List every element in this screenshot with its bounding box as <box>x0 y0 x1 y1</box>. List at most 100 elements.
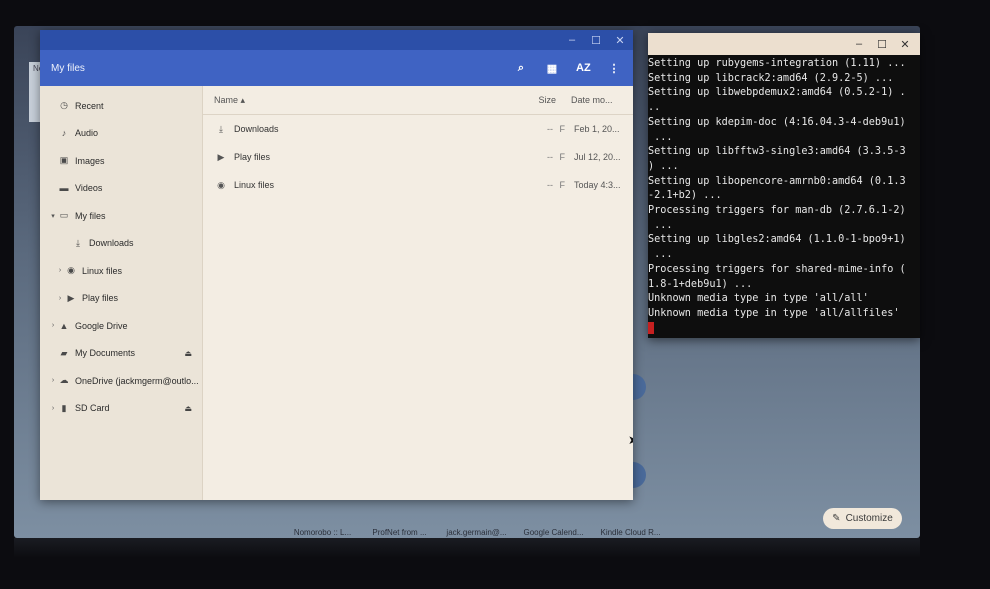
sidebar-item-audio[interactable]: ♪ Audio <box>40 120 202 148</box>
shelf-item[interactable]: Kindle Cloud R... <box>592 528 669 538</box>
sidebar-item-my-documents[interactable]: ▰ My Documents ⏏ <box>40 340 202 368</box>
sidebar-item-play-files[interactable]: › ▶ Play files <box>40 285 202 313</box>
terminal-line: ) ... <box>648 160 679 172</box>
file-row[interactable]: ◉ Linux files -- F Today 4:3... <box>203 171 633 199</box>
sidebar-item-videos[interactable]: ▬ Videos <box>40 175 202 203</box>
audio-icon: ♪ <box>61 128 67 139</box>
sidebar-item-sd-card[interactable]: › ▮ SD Card ⏏ <box>40 395 202 423</box>
file-name-cell: ◉ Linux files <box>203 180 533 191</box>
file-name: Downloads <box>234 124 279 134</box>
terminal-line: Setting up libwebpdemux2:amd64 (0.5.2-1)… <box>648 87 906 99</box>
terminal-line: 1.8-1+deb9u1) ... <box>648 278 753 290</box>
file-name: Linux files <box>234 180 275 190</box>
terminal-line: Setting up kdepim-doc (4:16.04.3-4-deb9u… <box>648 116 906 128</box>
file-row[interactable]: ▶ Play files -- F Jul 12, 20... <box>203 143 633 171</box>
download-icon: ⤓ <box>76 237 80 248</box>
monitor-bezel <box>14 538 920 558</box>
mouse-pointer-icon: ➤ <box>628 433 633 447</box>
file-name-cell: ⤓ Downloads <box>203 124 533 135</box>
file-type: F <box>559 180 566 190</box>
eject-icon[interactable]: ⏏ <box>184 349 192 358</box>
play-icon: ▶ <box>67 292 75 303</box>
file-date: Feb 1, 20... <box>574 124 620 134</box>
sidebar-item-google-drive[interactable]: › ▲ Google Drive <box>40 312 202 340</box>
sidebar-item-label: Images <box>75 155 105 166</box>
terminal-cursor <box>648 321 654 334</box>
terminal-line: ... <box>648 131 673 143</box>
linux-icon: ◉ <box>67 265 75 276</box>
sd-card-icon: ▮ <box>61 402 67 413</box>
terminal-line: Processing triggers for man-db (2.7.6.1-… <box>648 205 906 217</box>
more-menu-icon[interactable]: ⋮ <box>607 62 621 75</box>
terminal-line: .. <box>648 102 661 114</box>
sidebar-item-recent[interactable]: ◷ Recent <box>40 92 202 120</box>
sort-icon[interactable]: AZ <box>576 62 591 74</box>
shelf-item[interactable]: Google Calend... <box>515 528 592 538</box>
sidebar-item-label: Downloads <box>89 238 134 249</box>
background-shelf: Nomorobo :: L... ProfNet from ... jack.g… <box>284 528 669 538</box>
file-size: -- <box>547 180 553 190</box>
files-titlebar[interactable]: – ☐ ✕ <box>40 30 633 50</box>
expand-arrow-icon[interactable]: › <box>48 377 58 384</box>
files-app-window: – ☐ ✕ My files ⌕ ▦ AZ ⋮ ◷ Recent ♪ Audio ▣ Im… <box>40 30 633 500</box>
grid-view-icon[interactable]: ▦ <box>545 62 559 75</box>
file-name-cell: ▶ Play files <box>203 152 533 163</box>
expand-arrow-icon[interactable]: › <box>55 267 65 274</box>
terminal-line: Setting up rubygems-integration (1.11) .… <box>648 58 906 69</box>
terminal-line: Unknown media type in type 'all/all' <box>648 293 869 305</box>
cloud-icon: ☁ <box>59 375 69 386</box>
customize-label: Customize <box>845 513 893 524</box>
sidebar-item-label: Recent <box>75 100 104 111</box>
folder-icon: ▰ <box>60 347 68 358</box>
sidebar-item-downloads[interactable]: ⤓ Downloads <box>40 230 202 258</box>
column-header-size[interactable]: Size <box>532 95 556 105</box>
expand-arrow-icon[interactable]: › <box>55 295 65 302</box>
search-icon[interactable]: ⌕ <box>514 62 528 75</box>
computer-icon: ▭ <box>59 210 69 221</box>
expand-arrow-icon[interactable]: › <box>48 322 58 329</box>
maximize-button[interactable]: ☐ <box>875 38 889 51</box>
file-type: F <box>559 152 566 162</box>
files-sidebar: ◷ Recent ♪ Audio ▣ Images ▬ Videos ▾ ▭ My files ⤓ Do… <box>40 86 203 500</box>
customize-button[interactable]: ✎ Customize <box>823 508 902 529</box>
download-icon: ⤓ <box>219 123 223 134</box>
terminal-line: -2.1+b2) ... <box>648 190 722 202</box>
minimize-button[interactable]: – <box>565 34 579 46</box>
terminal-output[interactable]: Setting up rubygems-integration (1.11) .… <box>648 55 920 338</box>
sidebar-item-onedrive-jackmgerm-outlo[interactable]: › ☁ OneDrive (jackmgerm@outlo... <box>40 367 202 395</box>
terminal-line: Unknown media type in type 'all/allfiles… <box>648 307 900 319</box>
sidebar-item-my-files[interactable]: ▾ ▭ My files <box>40 202 202 230</box>
shelf-item[interactable]: ProfNet from ... <box>361 528 438 538</box>
terminal-line: ... <box>648 219 673 231</box>
shelf-item[interactable]: Nomorobo :: L... <box>284 528 361 538</box>
terminal-window: – ☐ ✕ Setting up rubygems-integration (1… <box>648 33 920 338</box>
close-button[interactable]: ✕ <box>613 34 627 47</box>
sidebar-item-linux-files[interactable]: › ◉ Linux files <box>40 257 202 285</box>
sidebar-item-images[interactable]: ▣ Images <box>40 147 202 175</box>
column-header-name[interactable]: Name ▴ <box>203 95 532 106</box>
app-title: My files <box>51 62 85 74</box>
maximize-button[interactable]: ☐ <box>589 34 603 47</box>
eject-icon[interactable]: ⏏ <box>184 404 192 413</box>
sidebar-item-label: Linux files <box>82 265 123 276</box>
sidebar-item-label: My Documents <box>75 348 136 359</box>
expand-arrow-icon[interactable]: ▾ <box>48 212 58 220</box>
play-icon: ▶ <box>217 151 225 162</box>
file-type: F <box>559 124 566 134</box>
column-header-date[interactable]: Date mo... <box>556 95 633 105</box>
minimize-button[interactable]: – <box>852 38 866 50</box>
terminal-line: ... <box>648 249 673 261</box>
file-date: Today 4:3... <box>574 180 621 190</box>
file-size: -- <box>547 152 553 162</box>
shelf-item[interactable]: jack.germain@... <box>438 528 515 538</box>
terminal-titlebar[interactable]: – ☐ ✕ <box>648 33 920 55</box>
terminal-line: Setting up libfftw3-single3:amd64 (3.3.5… <box>648 146 906 158</box>
terminal-line: Setting up libgles2:amd64 (1.1.0-1-bpo9+… <box>648 234 906 246</box>
close-button[interactable]: ✕ <box>898 38 912 51</box>
sidebar-item-label: Audio <box>75 128 99 139</box>
expand-arrow-icon[interactable]: › <box>48 405 58 412</box>
clock-icon: ◷ <box>60 100 68 111</box>
file-row[interactable]: ⤓ Downloads -- F Feb 1, 20... <box>203 115 633 143</box>
image-icon: ▣ <box>59 155 69 166</box>
terminal-line: Processing triggers for shared-mime-info… <box>648 263 906 275</box>
